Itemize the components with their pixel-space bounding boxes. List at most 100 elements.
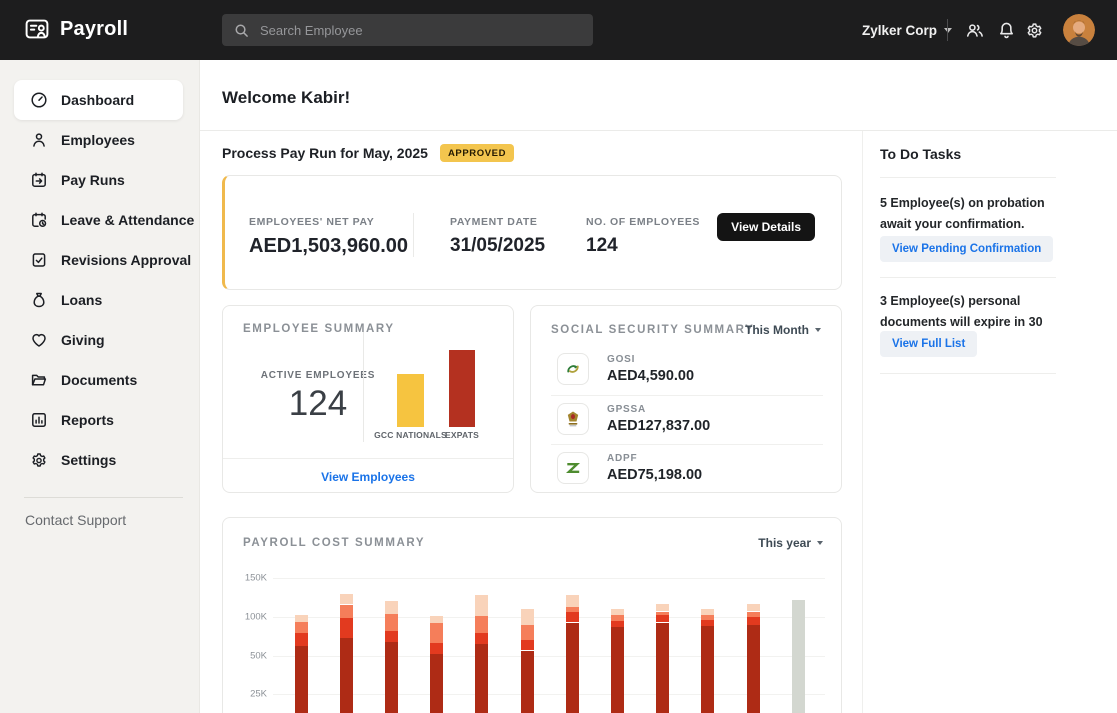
cost-bar-segment-base [295,646,308,713]
sidebar-item-label: Revisions Approval [61,252,191,268]
card-title: EMPLOYEE SUMMARY [243,323,395,335]
cost-bar-segment-upper [385,614,398,631]
cost-bar-segment-top [475,595,488,616]
cost-bar-segment-upper [475,616,488,632]
gridline [273,656,825,657]
todo-title: To Do Tasks [880,146,961,162]
topbar-separator [947,19,948,41]
payroll-cost-card: PAYROLL COST SUMMARY This year 150K100K5… [222,517,842,713]
sidebar-item-leave-attendance[interactable]: Leave & Attendance [14,200,183,240]
cost-bar-segment-mid [747,617,760,625]
field-divider [413,213,414,257]
sidebar-nav: Dashboard Employees Pay Runs [0,80,200,480]
view-pending-confirmation-button[interactable]: View Pending Confirmation [880,236,1053,262]
content-vertical-divider [862,131,863,713]
payrun-title: Process Pay Run for May, 2025 [222,145,428,161]
gear-icon[interactable] [1025,21,1044,40]
cost-bar-segment-mid [340,618,353,638]
payment-date-field: PAYMENT DATE 31/05/2025 [450,216,545,257]
todo-task-text: 5 Employee(s) on probation await your co… [880,193,1076,235]
period-selector[interactable]: This Month [745,323,821,337]
cost-bar-segment-top [566,595,579,607]
search-input[interactable] [258,22,581,39]
period-value: This Month [745,323,809,337]
cost-bar-segment-upper [566,607,579,613]
view-full-list-button[interactable]: View Full List [880,331,977,357]
cost-bar-segment-top [340,594,353,604]
social-security-card: SOCIAL SECURITY SUMMARY This Month GOSI … [530,305,842,493]
sidebar-item-employees[interactable]: Employees [14,120,183,160]
app-name: Payroll [60,18,128,41]
bell-icon[interactable] [997,21,1016,40]
sidebar-item-revisions-approval[interactable]: Revisions Approval [14,240,183,280]
y-axis-tick-label: 25K [223,689,267,700]
org-switcher[interactable]: Zylker Corp [862,0,952,60]
sidebar-item-reports[interactable]: Reports [14,400,183,440]
sidebar-item-label: Giving [61,332,105,348]
welcome-header: Welcome Kabir! [200,60,1117,131]
sidebar: Dashboard Employees Pay Runs [0,60,200,713]
sidebar-item-label: Reports [61,412,114,428]
cost-bar-segment-upper [611,615,624,621]
row-divider [551,444,823,445]
adpf-logo [557,452,589,484]
net-pay-value: AED1,503,960.00 [249,235,408,258]
contact-support-link[interactable]: Contact Support [25,512,126,528]
payroll-dashboard: Payroll Zylker Corp [0,0,1117,713]
sidebar-divider [24,497,183,498]
scheme-amount: AED4,590.00 [607,368,694,384]
cost-bar-segment-top [701,609,714,615]
cost-bar-segment-mid [521,640,534,650]
cost-bar-segment-mid [430,643,443,655]
app-logo: Payroll [24,16,128,42]
sidebar-item-documents[interactable]: Documents [14,360,183,400]
search-icon [234,23,249,38]
cost-bar-segment-top [747,604,760,612]
cost-bar-segment-mid [656,615,669,623]
chevron-down-icon [944,28,952,33]
view-employees-link[interactable]: View Employees [321,470,415,484]
gpssa-logo [557,403,589,435]
card-inner-divider [363,332,364,442]
payroll-cost-chart: 150K100K50K25K [223,518,843,713]
social-security-row-adpf: ADPF AED75,198.00 [557,452,702,484]
view-details-button[interactable]: View Details [717,213,815,241]
sidebar-item-label: Dashboard [61,92,134,108]
gridline [273,617,825,618]
sidebar-item-settings[interactable]: Settings [14,440,183,480]
sidebar-item-label: Loans [61,292,102,308]
cost-bar-segment-base [521,651,534,713]
cost-bar-segment-top [385,601,398,614]
cost-bar-segment-top [295,615,308,622]
sidebar-item-pay-runs[interactable]: Pay Runs [14,160,183,200]
employee-search[interactable] [222,14,593,46]
scheme-name: ADPF [607,453,702,464]
employee-count-label: NO. OF EMPLOYEES [586,216,700,228]
cost-bar-segment-base [430,654,443,713]
chevron-down-icon [815,328,821,332]
sidebar-item-loans[interactable]: Loans [14,280,183,320]
payroll-logo-icon [24,16,50,42]
users-icon[interactable] [965,21,984,40]
sidebar-item-label: Employees [61,132,135,148]
scheme-name: GPSSA [607,404,710,415]
avatar-image [1063,14,1095,46]
user-avatar[interactable] [1063,14,1095,46]
payment-date-value: 31/05/2025 [450,235,545,257]
sidebar-item-dashboard[interactable]: Dashboard [14,80,183,120]
y-axis-tick-label: 100K [223,612,267,623]
revisions-approval-icon [30,251,48,269]
sidebar-item-giving[interactable]: Giving [14,320,183,360]
leave-attendance-icon [30,211,48,229]
sidebar-item-label: Leave & Attendance [61,212,194,228]
employee-icon [30,131,48,149]
gear-icon [30,451,48,469]
cost-bar-segment-mid [475,633,488,645]
cost-bar-segment-mid [566,612,579,622]
cost-bar-segment-top [430,616,443,623]
employee-count-value: 124 [586,235,700,257]
cost-bar-segment-base [656,623,669,713]
employee-summary-card: EMPLOYEE SUMMARY ACTIVE EMPLOYEES 124 GC… [222,305,514,493]
status-badge: APPROVED [440,144,514,162]
todo-divider [880,177,1056,178]
